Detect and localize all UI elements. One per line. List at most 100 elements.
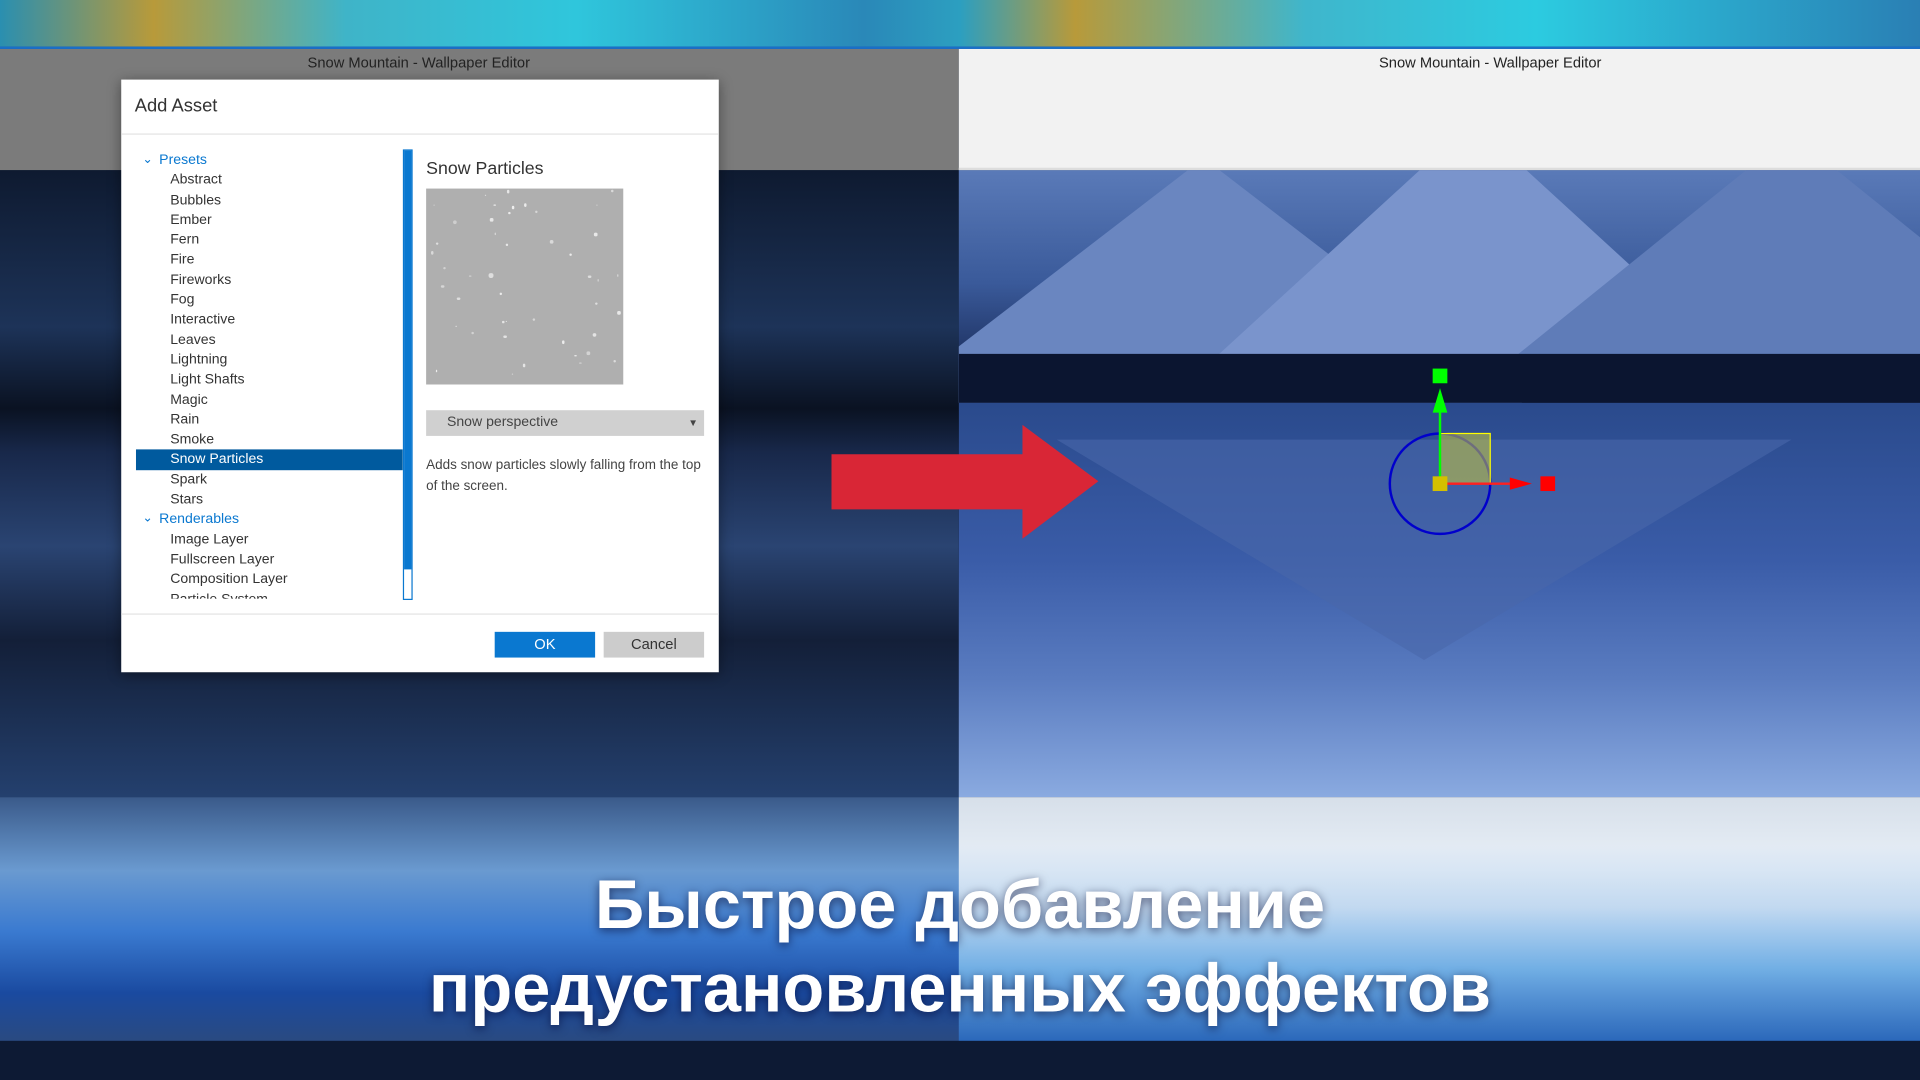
ok-button[interactable]: OK	[494, 631, 596, 658]
divider	[121, 613, 719, 615]
caption-line-1: Быстрое добавление	[594, 865, 1326, 943]
tree-group-label: Renderables	[159, 512, 240, 527]
snowflake	[503, 335, 507, 339]
snowflake	[440, 285, 445, 289]
snowflake	[512, 373, 514, 376]
preview-image	[426, 188, 624, 385]
asset-tree[interactable]: ⌄ Presets Abstract Bubbles Ember Fern Fire Fire…	[135, 151, 403, 599]
chevron-down-icon[interactable]: ⌄	[136, 151, 159, 171]
snowflake	[433, 204, 436, 207]
tree-item[interactable]: Fog	[136, 290, 403, 310]
tree-item[interactable]: Fern	[136, 230, 403, 250]
snowflake	[484, 194, 487, 197]
snowflake	[456, 296, 460, 301]
transform-gizmo[interactable]	[1375, 366, 1559, 550]
snowflake	[588, 275, 591, 279]
snowflake	[455, 325, 458, 327]
snowflake	[532, 318, 536, 322]
tree-item[interactable]: Bubbles	[136, 191, 403, 211]
promo-screenshot: Snow Mountain - Wallpaper Editor Snow Mo…	[0, 0, 1920, 1080]
snowflake	[436, 242, 439, 246]
snowflake	[611, 189, 614, 192]
snowflake	[511, 205, 515, 209]
snowflake	[596, 204, 599, 207]
caret-down-icon: ▼	[688, 417, 698, 429]
snowflake	[435, 370, 438, 373]
snowflake	[494, 233, 497, 235]
snowflake	[488, 273, 494, 278]
tree-item[interactable]: Fire	[136, 250, 403, 270]
x-axis-handle[interactable]	[1540, 476, 1556, 492]
tree-item[interactable]: Lightning	[136, 350, 403, 370]
snowflake	[534, 210, 538, 214]
snowflake	[471, 332, 474, 335]
tree-item[interactable]: Rain	[136, 410, 403, 430]
snowflake	[597, 279, 600, 282]
cancel-button[interactable]: Cancel	[603, 631, 705, 658]
snowflake	[502, 321, 505, 324]
x-axis-arrow-icon[interactable]	[1509, 477, 1532, 490]
snowflake	[505, 243, 509, 247]
tree-item[interactable]: Particle System	[136, 590, 403, 599]
snowflake	[594, 233, 598, 237]
snowflake	[594, 302, 598, 305]
y-axis-arrow-icon[interactable]	[1432, 388, 1448, 413]
divider	[121, 133, 719, 135]
tree-item[interactable]: Smoke	[136, 430, 403, 450]
tree-item[interactable]: Snow Particles	[135, 449, 403, 470]
scrollbar-thumb[interactable]	[404, 150, 412, 570]
snowflake	[574, 354, 577, 357]
snowflake	[493, 203, 497, 207]
snowflake	[617, 311, 621, 315]
snowflake	[506, 190, 510, 193]
window-title: Snow Mountain - Wallpaper Editor	[307, 53, 530, 72]
tree-item[interactable]: Ember	[136, 210, 403, 230]
chevron-down-icon[interactable]: ⌄	[136, 510, 159, 530]
snowflake	[452, 220, 457, 225]
tree-item[interactable]: Image Layer	[136, 530, 403, 550]
snowflake	[549, 240, 554, 244]
origin-handle[interactable]	[1432, 476, 1448, 492]
variant-select[interactable]: Snow perspective ▼	[426, 410, 705, 436]
tree-item[interactable]: Interactive	[136, 310, 403, 330]
desktop-background	[0, 0, 1920, 49]
tree-group-presets[interactable]: ⌄ Presets	[136, 151, 403, 171]
preview-title: Snow Particles	[426, 159, 544, 179]
snowflake	[592, 333, 597, 338]
y-axis-handle[interactable]	[1432, 368, 1448, 384]
tree-item[interactable]: Light Shafts	[136, 370, 403, 390]
right-arrow-icon	[831, 424, 1099, 539]
snowflake	[586, 351, 590, 355]
window-title: Snow Mountain - Wallpaper Editor	[1378, 53, 1602, 72]
snowflake	[616, 274, 619, 277]
tree-item[interactable]: Spark	[136, 470, 403, 490]
snowflake	[524, 203, 527, 207]
snowflake	[442, 266, 446, 270]
dialog-title: Add Asset	[134, 95, 218, 117]
promo-caption: Быстрое добавление предустановленных эфф…	[0, 863, 1920, 1030]
snowflake	[579, 361, 582, 364]
tree-item[interactable]: Fireworks	[136, 270, 403, 290]
snowflake	[430, 251, 434, 255]
tree-item[interactable]: Fullscreen Layer	[136, 550, 403, 570]
snowflake	[469, 275, 472, 278]
tree-item[interactable]: Stars	[136, 490, 403, 510]
snowflake	[505, 320, 508, 322]
tree-scrollbar[interactable]	[402, 149, 413, 601]
tree-item[interactable]: Composition Layer	[136, 570, 403, 590]
snowflake	[499, 293, 502, 296]
scale-plane[interactable]	[1439, 432, 1491, 485]
tree-item[interactable]: Leaves	[136, 330, 403, 350]
snowflake	[569, 253, 572, 257]
tree-group-renderables[interactable]: ⌄ Renderables	[136, 510, 403, 530]
tree-item[interactable]: Magic	[136, 390, 403, 410]
tree-item[interactable]: Abstract	[136, 171, 403, 191]
asset-description: Adds snow particles slowly falling from …	[426, 457, 701, 493]
snowflake	[613, 359, 616, 363]
variant-select-value: Snow perspective	[446, 415, 559, 430]
snowflake	[562, 340, 565, 344]
snowflake	[490, 218, 493, 222]
wallpaper-preview-canvas[interactable]	[958, 170, 1920, 798]
snowflake	[507, 211, 511, 215]
snowflake	[522, 363, 526, 368]
